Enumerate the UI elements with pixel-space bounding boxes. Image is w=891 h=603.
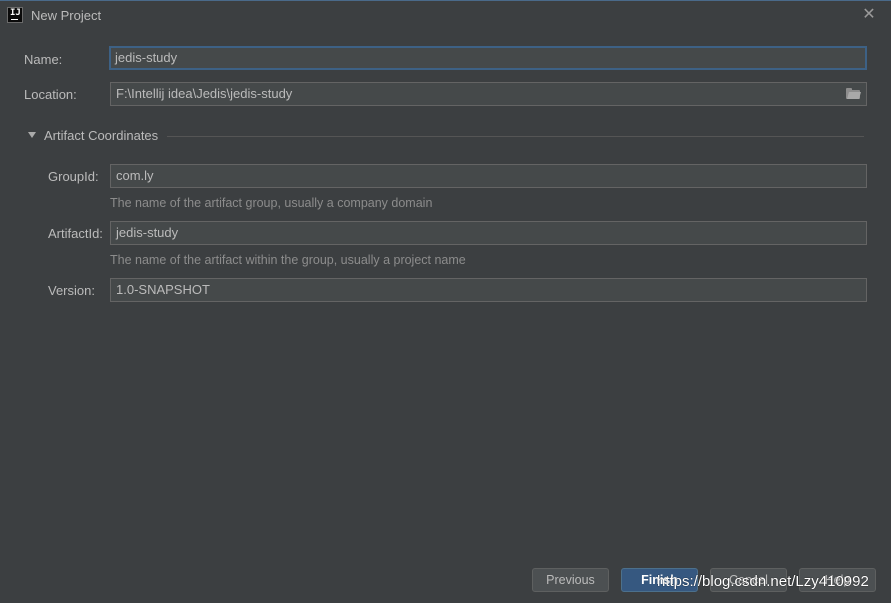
location-field[interactable]: F:\Intellij idea\Jedis\jedis-study	[110, 82, 867, 106]
groupid-hint: The name of the artifact group, usually …	[110, 196, 433, 210]
name-label: Name:	[24, 52, 63, 67]
window-title: New Project	[31, 8, 102, 23]
folder-icon-front	[847, 92, 861, 99]
folder-icon[interactable]	[846, 88, 861, 99]
app-icon-text: IJ	[10, 8, 21, 18]
location-label: Location:	[24, 87, 77, 102]
name-field[interactable]: jedis-study	[109, 46, 867, 70]
artifactid-field[interactable]: jedis-study	[110, 221, 867, 245]
artifactid-hint: The name of the artifact within the grou…	[110, 253, 466, 267]
title-bar: IJ New Project ✕	[0, 0, 891, 32]
section-divider	[167, 136, 864, 137]
cancel-button[interactable]: Cancel	[710, 568, 787, 592]
finish-button[interactable]: Finish	[621, 568, 698, 592]
version-label: Version:	[48, 283, 95, 298]
triangle-down-icon[interactable]	[28, 132, 36, 138]
groupid-label: GroupId:	[48, 169, 99, 184]
previous-button[interactable]: Previous	[532, 568, 609, 592]
version-field[interactable]: 1.0-SNAPSHOT	[110, 278, 867, 302]
app-icon-underline	[11, 19, 18, 20]
help-button[interactable]: Help	[799, 568, 876, 592]
section-title: Artifact Coordinates	[44, 128, 159, 143]
location-value: F:\Intellij idea\Jedis\jedis-study	[116, 86, 293, 101]
groupid-field[interactable]: com.ly	[110, 164, 867, 188]
artifactid-label: ArtifactId:	[48, 226, 103, 241]
intellij-icon: IJ	[7, 7, 23, 23]
close-icon[interactable]: ✕	[861, 7, 877, 23]
artifact-coordinates-header[interactable]: Artifact Coordinates	[26, 128, 866, 144]
